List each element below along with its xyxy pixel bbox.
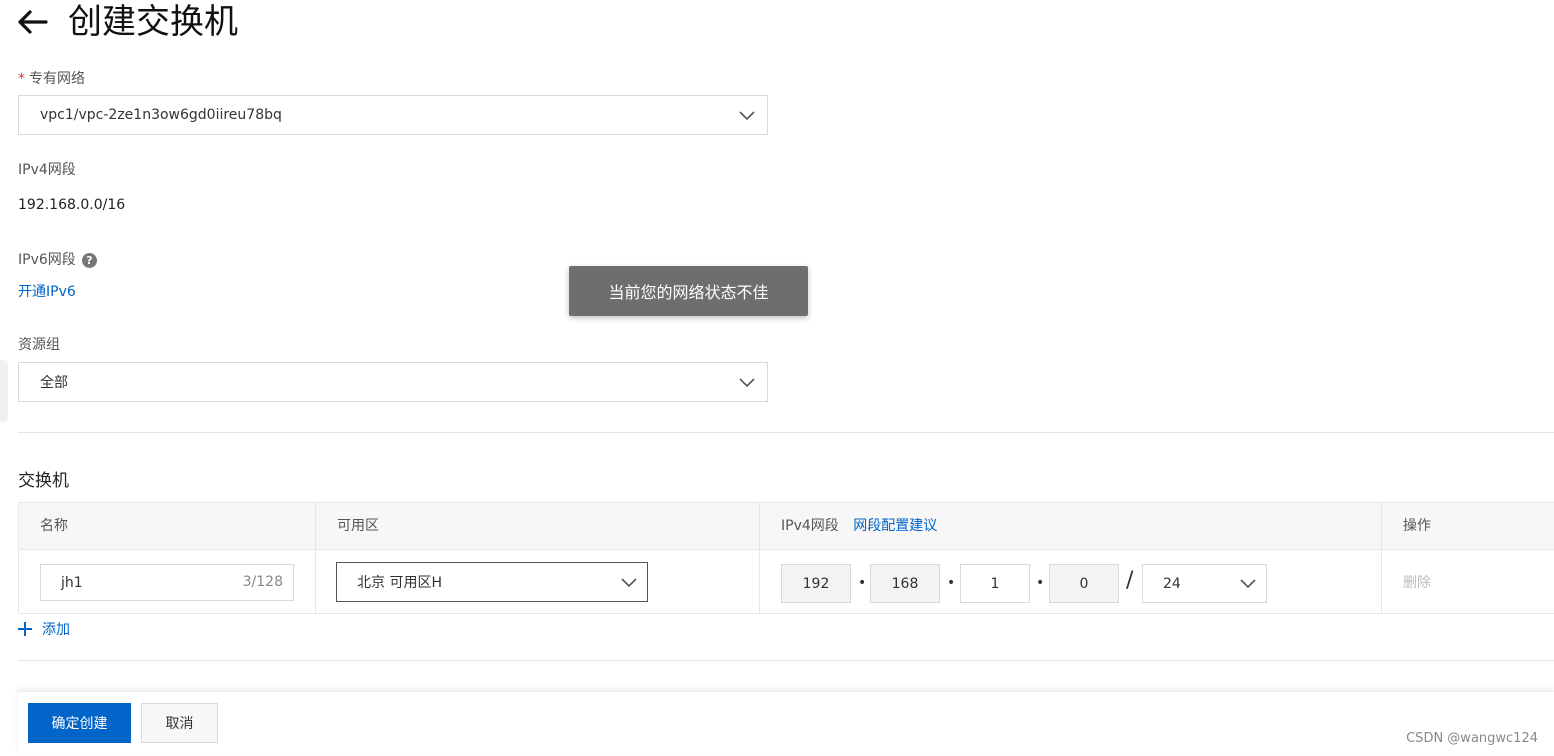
ipv6-label-text: IPv6网段 xyxy=(18,252,76,268)
column-action: 操作 xyxy=(1403,518,1431,534)
mask-value: 24 xyxy=(1163,575,1181,592)
vpc-select-value: vpc1/vpc-2ze1n3ow6gd0iireu78bq xyxy=(40,107,282,123)
help-icon[interactable]: ? xyxy=(81,252,97,268)
network-warning-toast: 当前您的网络状态不佳 xyxy=(569,266,808,316)
ip-dot-separator: • xyxy=(947,575,956,591)
ip-dot-separator: • xyxy=(858,575,867,591)
add-switch-button[interactable]: 添加 xyxy=(18,619,70,639)
column-ipv4-label: IPv4网段 xyxy=(781,518,839,534)
switch-name-value: jh1 xyxy=(61,574,83,591)
section-divider xyxy=(18,432,1554,433)
footer-action-bar: 确定创建 取消 xyxy=(18,691,1554,753)
watermark: CSDN @wangwc124 xyxy=(1406,731,1538,746)
ipv4-value: 192.168.0.0/16 xyxy=(18,197,126,213)
cancel-button[interactable]: 取消 xyxy=(141,703,218,743)
switch-table: 名称 可用区 IPv4网段 网段配置建议 操作 jh1 3/128 北京 可用区… xyxy=(18,502,1554,614)
resource-group-select[interactable]: 全部 xyxy=(18,362,768,402)
ip-dot-separator: • xyxy=(1036,575,1045,591)
ip-octet-2: 168 xyxy=(870,564,940,603)
ip-octet-1: 192 xyxy=(781,564,851,603)
column-ipv4: IPv4网段 网段配置建议 xyxy=(760,503,1382,550)
action-cell: 删除 xyxy=(1382,550,1554,614)
enable-ipv6-link[interactable]: 开通IPv6 xyxy=(18,281,76,301)
table-header: 名称 可用区 IPv4网段 网段配置建议 操作 xyxy=(19,503,1554,550)
vpc-label-text: 专有网络 xyxy=(29,71,85,87)
arrow-left-icon[interactable] xyxy=(16,7,50,37)
resource-group-label: 资源组 xyxy=(18,337,60,353)
switch-name-input[interactable]: jh1 3/128 xyxy=(40,564,294,601)
resource-group-value: 全部 xyxy=(40,375,68,391)
ip-octet-4: 0 xyxy=(1049,564,1119,603)
zone-cell: 北京 可用区H xyxy=(316,550,760,614)
switch-section-title: 交换机 xyxy=(18,471,69,491)
zone-select-value: 北京 可用区H xyxy=(357,575,442,591)
column-name: 名称 xyxy=(19,503,316,550)
side-collapse-handle[interactable] xyxy=(0,360,8,422)
vpc-label: * 专有网络 xyxy=(18,68,85,88)
vpc-select[interactable]: vpc1/vpc-2ze1n3ow6gd0iireu78bq xyxy=(18,95,768,135)
name-cell: jh1 3/128 xyxy=(19,550,316,614)
delete-row-button[interactable]: 删除 xyxy=(1403,572,1431,592)
section-divider xyxy=(18,660,1554,661)
ipv4-label: IPv4网段 xyxy=(18,162,76,178)
page-title: 创建交换机 xyxy=(68,2,238,42)
ip-octet-3-input[interactable]: 1 xyxy=(960,564,1030,603)
cidr-suggestion-link[interactable]: 网段配置建议 xyxy=(853,518,937,534)
add-switch-label: 添加 xyxy=(42,622,70,638)
ipv4-cell: 192 • 168 • 1 • 0 / 24 xyxy=(760,550,1382,614)
required-mark: * xyxy=(18,71,25,87)
mask-select[interactable]: 24 xyxy=(1142,564,1267,603)
name-char-counter: 3/128 xyxy=(242,574,283,590)
ipv6-label: IPv6网段? xyxy=(18,249,97,269)
plus-icon xyxy=(18,620,32,638)
chevron-down-icon xyxy=(621,575,637,593)
confirm-create-button[interactable]: 确定创建 xyxy=(28,703,131,743)
ip-mask-slash: / xyxy=(1126,568,1134,593)
table-row: jh1 3/128 北京 可用区H 192 • 168 • 1 • 0 / 24 xyxy=(19,550,1554,614)
chevron-down-icon xyxy=(739,108,755,126)
chevron-down-icon xyxy=(739,375,755,393)
chevron-down-icon xyxy=(1240,576,1256,594)
page-header: 创建交换机 xyxy=(16,0,238,44)
zone-select[interactable]: 北京 可用区H xyxy=(336,562,648,602)
column-zone: 可用区 xyxy=(316,503,760,550)
